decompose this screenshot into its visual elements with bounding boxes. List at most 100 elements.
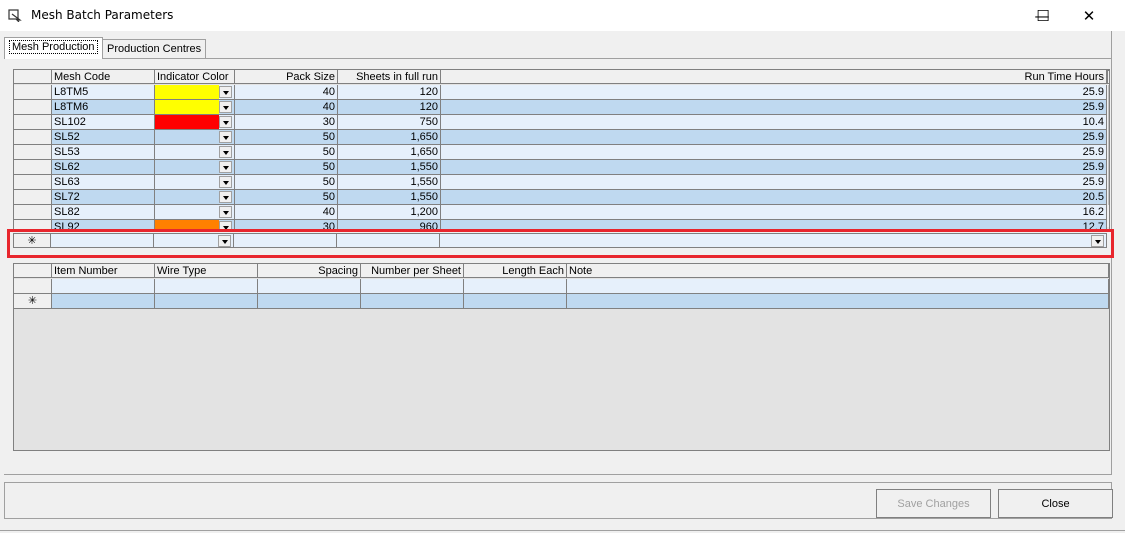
table-row[interactable]: SL102 30 750 10.4: [14, 115, 1107, 130]
col-header-spacing[interactable]: Spacing: [258, 264, 361, 278]
col-header-mesh-code[interactable]: Mesh Code: [52, 70, 155, 84]
col-header-note[interactable]: Note: [567, 264, 1109, 278]
cell-run-time-hours[interactable]: 25.9: [441, 175, 1107, 190]
dropdown-arrow-icon[interactable]: [219, 146, 232, 158]
detail-cell[interactable]: [155, 294, 258, 309]
cell-sheets-in-full-run[interactable]: 1,650: [338, 130, 441, 145]
dropdown-arrow-icon[interactable]: [219, 101, 232, 113]
table-row[interactable]: SL72 50 1,550 20.5: [14, 190, 1107, 205]
table-row[interactable]: SL63 50 1,550 25.9: [14, 175, 1107, 190]
cell-sheets-in-full-run[interactable]: 120: [338, 85, 441, 100]
table-row[interactable]: SL52 50 1,650 25.9: [14, 130, 1107, 145]
cell-indicator-color[interactable]: [155, 175, 235, 190]
cell-sheets-in-full-run[interactable]: 1,200: [338, 205, 441, 220]
cell-run-time-hours[interactable]: 25.9: [441, 85, 1107, 100]
table-row[interactable]: SL82 40 1,200 16.2: [14, 205, 1107, 220]
dropdown-arrow-icon[interactable]: [219, 86, 232, 98]
scrollbar-thumb[interactable]: [1108, 85, 1109, 205]
table-row[interactable]: L8TM5 40 120 25.9: [14, 85, 1107, 100]
cell-mesh-code[interactable]: SL82: [52, 205, 155, 220]
dropdown-arrow-icon[interactable]: [219, 116, 232, 128]
detail-grid[interactable]: Item Number Wire Type Spacing Number per…: [13, 263, 1110, 451]
cell-indicator-color[interactable]: [155, 85, 235, 100]
dropdown-arrow-icon[interactable]: [219, 206, 232, 218]
cell-indicator-color[interactable]: [155, 160, 235, 175]
detail-cell[interactable]: [464, 279, 567, 294]
detail-cell[interactable]: [361, 294, 464, 309]
dropdown-arrow-icon[interactable]: [219, 191, 232, 203]
cell-run-time-hours[interactable]: 25.9: [441, 160, 1107, 175]
cell-sheets-in-full-run[interactable]: 1,550: [338, 160, 441, 175]
cell-indicator-color[interactable]: [155, 100, 235, 115]
cell-run-time-hours[interactable]: 25.9: [441, 100, 1107, 115]
cell-pack-size[interactable]: 40: [235, 100, 338, 115]
table-row[interactable]: SL62 50 1,550 25.9: [14, 160, 1107, 175]
cell-pack-size[interactable]: 50: [235, 130, 338, 145]
detail-blank-row[interactable]: [14, 279, 1109, 294]
close-button[interactable]: Close: [998, 489, 1113, 518]
cell-indicator-color[interactable]: [155, 190, 235, 205]
cell-pack-size[interactable]: 40: [235, 85, 338, 100]
cell-run-time-hours[interactable]: 20.5: [441, 190, 1107, 205]
title-bar[interactable]: Mesh Batch Parameters — ☐ ✕: [0, 0, 1125, 31]
detail-cell[interactable]: [52, 294, 155, 309]
cell-pack-size[interactable]: 50: [235, 175, 338, 190]
row-header[interactable]: [14, 115, 52, 130]
table-row[interactable]: SL53 50 1,650 25.9: [14, 145, 1107, 160]
detail-cell[interactable]: [361, 279, 464, 294]
mesh-grid[interactable]: Mesh Code Indicator Color Pack Size Shee…: [13, 69, 1110, 230]
cell-run-time-hours[interactable]: 16.2: [441, 205, 1107, 220]
tab-mesh-production[interactable]: Mesh Production: [4, 37, 103, 59]
cell-mesh-code[interactable]: SL53: [52, 145, 155, 160]
row-header[interactable]: [14, 100, 52, 115]
detail-cell[interactable]: [567, 279, 1109, 294]
row-header[interactable]: [14, 190, 52, 205]
col-header-sheets-in-full-run[interactable]: Sheets in full run: [338, 70, 441, 84]
cell-mesh-code[interactable]: SL62: [52, 160, 155, 175]
cell-run-time-hours[interactable]: 25.9: [441, 130, 1107, 145]
vertical-scrollbar[interactable]: [1107, 70, 1109, 227]
col-header-number-per-sheet[interactable]: Number per Sheet: [361, 264, 464, 278]
cell-run-time-hours[interactable]: 25.9: [441, 145, 1107, 160]
row-header[interactable]: [14, 160, 52, 175]
cell-indicator-color[interactable]: [155, 130, 235, 145]
cell-indicator-color[interactable]: [155, 205, 235, 220]
cell-sheets-in-full-run[interactable]: 120: [338, 100, 441, 115]
cell-mesh-code[interactable]: SL52: [52, 130, 155, 145]
detail-cell[interactable]: [52, 279, 155, 294]
cell-sheets-in-full-run[interactable]: 1,550: [338, 190, 441, 205]
cell-mesh-code[interactable]: SL102: [52, 115, 155, 130]
save-changes-button[interactable]: Save Changes: [876, 489, 991, 518]
col-header-indicator-color[interactable]: Indicator Color: [155, 70, 235, 84]
col-header-item-number[interactable]: Item Number: [52, 264, 155, 278]
close-window-button[interactable]: ✕: [1066, 0, 1112, 31]
cell-run-time-hours[interactable]: 10.4: [441, 115, 1107, 130]
cell-sheets-in-full-run[interactable]: 1,650: [338, 145, 441, 160]
col-header-length-each[interactable]: Length Each: [464, 264, 567, 278]
table-row[interactable]: L8TM6 40 120 25.9: [14, 100, 1107, 115]
cell-sheets-in-full-run[interactable]: 750: [338, 115, 441, 130]
detail-new-row[interactable]: ✳: [14, 294, 1109, 309]
cell-pack-size[interactable]: 40: [235, 205, 338, 220]
cell-pack-size[interactable]: 50: [235, 190, 338, 205]
detail-cell[interactable]: [258, 279, 361, 294]
col-header-run-time-hours[interactable]: Run Time Hours: [441, 70, 1107, 84]
cell-indicator-color[interactable]: [155, 115, 235, 130]
detail-cell[interactable]: [567, 294, 1109, 309]
row-header[interactable]: [14, 85, 52, 100]
dropdown-arrow-icon[interactable]: [219, 176, 232, 188]
row-header[interactable]: [14, 175, 52, 190]
cell-pack-size[interactable]: 30: [235, 115, 338, 130]
col-header-wire-type[interactable]: Wire Type: [155, 264, 258, 278]
cell-pack-size[interactable]: 50: [235, 145, 338, 160]
cell-indicator-color[interactable]: [155, 145, 235, 160]
cell-sheets-in-full-run[interactable]: 1,550: [338, 175, 441, 190]
row-header[interactable]: [14, 130, 52, 145]
cell-mesh-code[interactable]: L8TM5: [52, 85, 155, 100]
cell-mesh-code[interactable]: SL63: [52, 175, 155, 190]
tab-production-centres[interactable]: Production Centres: [102, 39, 207, 59]
maximize-button[interactable]: ☐: [1020, 0, 1066, 31]
col-header-pack-size[interactable]: Pack Size: [235, 70, 338, 84]
scroll-up-arrow-icon[interactable]: [1107, 70, 1109, 84]
dropdown-arrow-icon[interactable]: [219, 131, 232, 143]
